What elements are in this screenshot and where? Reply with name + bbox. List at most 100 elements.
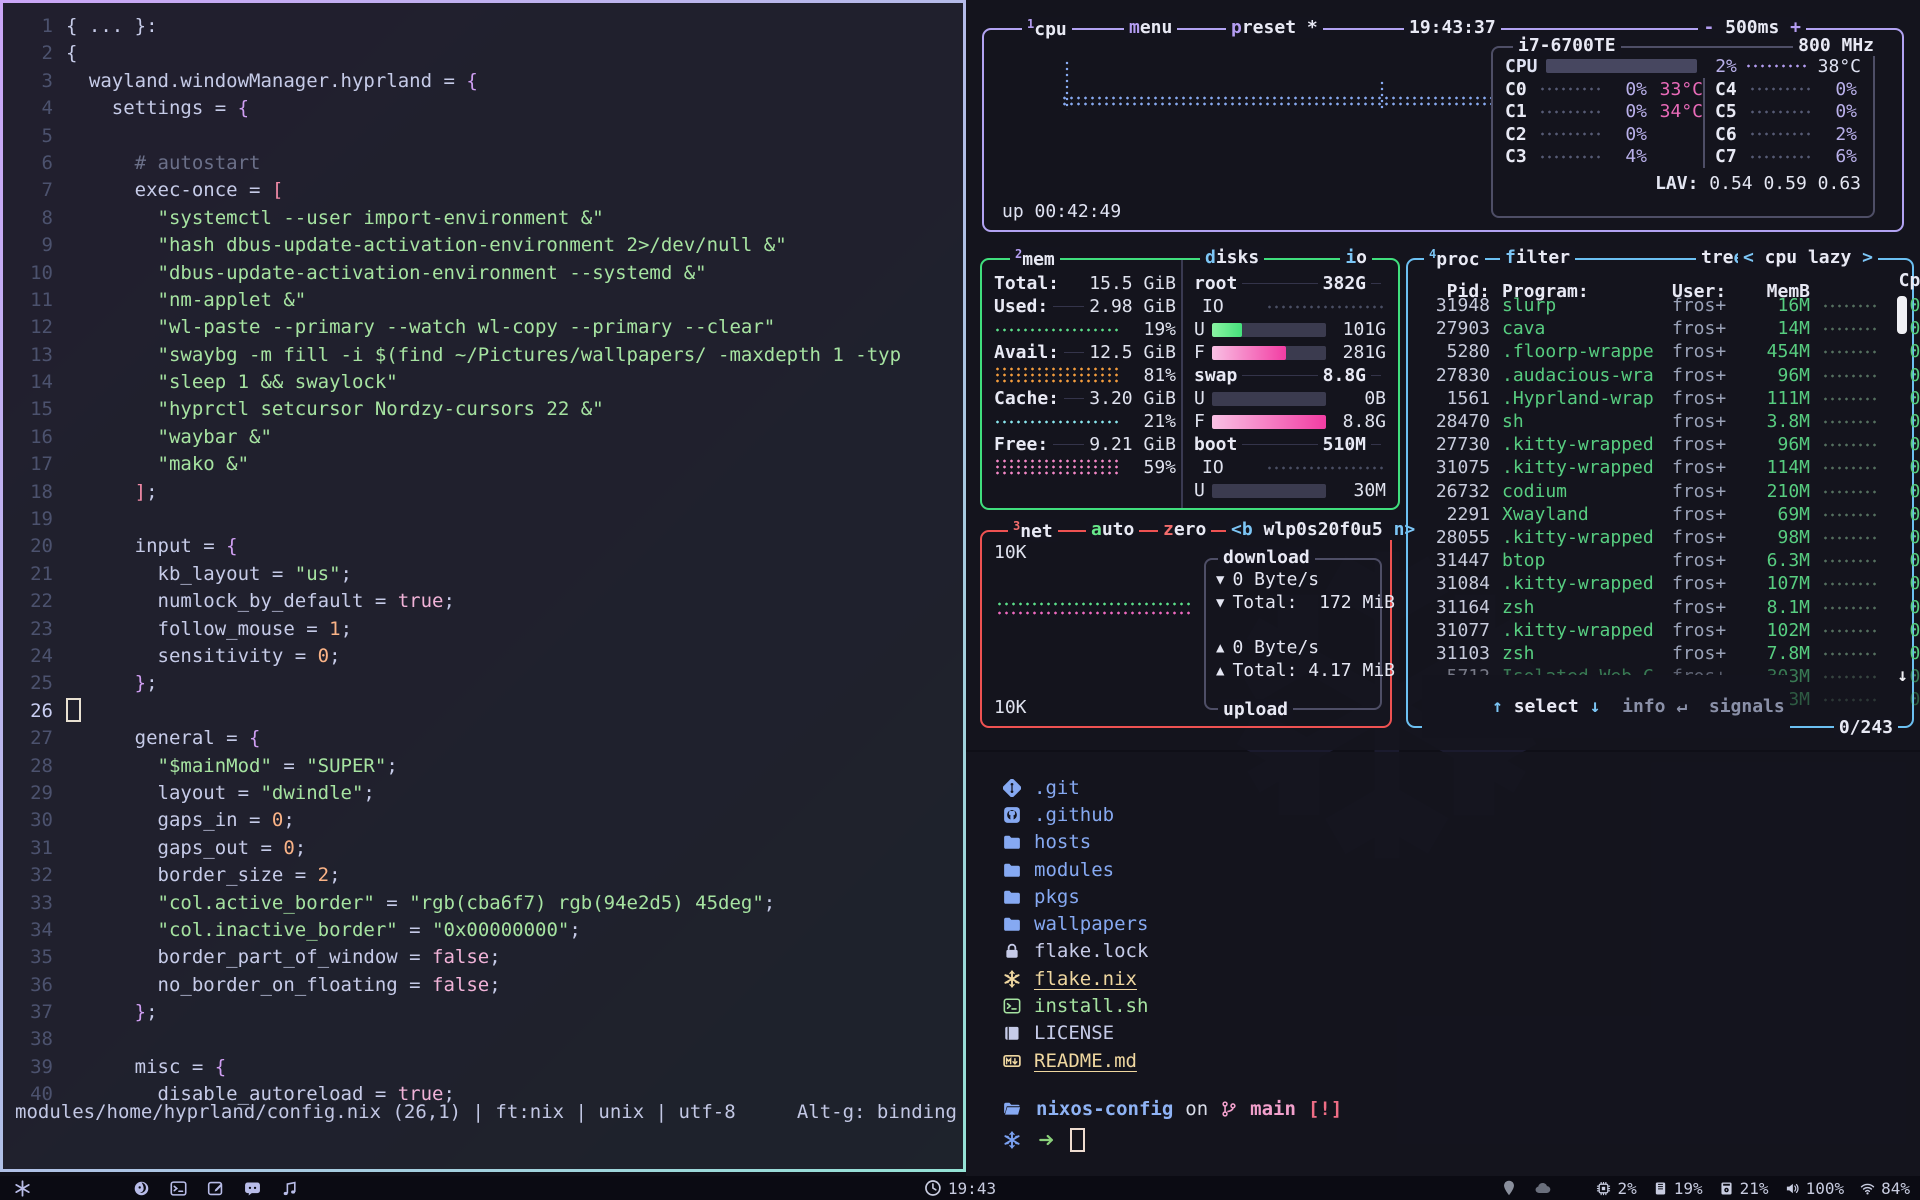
shell-input-line[interactable]: [1000, 1128, 1085, 1152]
tab-mem[interactable]: 2mem: [1010, 247, 1060, 270]
file-name: install.sh: [1034, 995, 1148, 1017]
proc-footer-controls[interactable]: ↑ select ↓ info ↵ signals: [1422, 675, 1790, 738]
folder-icon: [1000, 915, 1024, 933]
code-line: 20 input = {: [3, 533, 963, 560]
line-content: "sleep 1 && swaylock": [66, 369, 398, 396]
process-row[interactable]: 31084.kitty-wrappedfros+107M0.0: [1408, 572, 1890, 595]
tab-disks[interactable]: disks: [1200, 247, 1264, 268]
file-name: LICENSE: [1034, 1022, 1114, 1044]
process-row[interactable]: 5280.floorp-wrappefros+454M0.0: [1408, 340, 1890, 363]
line-number: 34: [3, 917, 53, 944]
cpu-core-panel: i7-6700TE 800 MHz CPU 2% 38°C C00%33°CC4…: [1491, 46, 1875, 218]
file-name: hosts: [1034, 831, 1091, 853]
tab-cpu[interactable]: 1cpu: [1022, 17, 1072, 40]
browser-icon[interactable]: [133, 1180, 150, 1197]
process-row[interactable]: 31075.kitty-wrappedfros+114M0.0: [1408, 456, 1890, 479]
net-scale-top: 10K: [994, 542, 1027, 563]
line-number: 11: [3, 287, 53, 314]
code-line: 24 sensitivity = 0;: [3, 643, 963, 670]
nix-icon: [1000, 970, 1024, 988]
list-item: hosts: [1000, 829, 1910, 856]
line-number: 26: [3, 698, 53, 725]
cpu-model-label: i7-6700TE: [1513, 35, 1621, 56]
line-number: 36: [3, 972, 53, 999]
terminal-icon[interactable]: [170, 1180, 187, 1197]
process-row[interactable]: 27903cavafros+14M0.2: [1408, 317, 1890, 340]
chat-icon[interactable]: [244, 1180, 261, 1197]
code-line: 7 exec-once = [: [3, 177, 963, 204]
line-content: follow_mouse = 1;: [66, 616, 352, 643]
line-number: 7: [3, 177, 53, 204]
code-area[interactable]: 1{ ... }:2{3 wayland.windowManager.hyprl…: [3, 13, 963, 1109]
taskbar-clock: 19:43: [924, 1176, 996, 1200]
line-content: "col.inactive_border" = "0x00000000";: [66, 917, 581, 944]
cpu-history-graph: [1061, 94, 1491, 107]
cpu-core-row: C76%: [1703, 146, 1861, 169]
tab-net[interactable]: 3net: [1008, 519, 1058, 542]
music-icon[interactable]: [281, 1180, 298, 1197]
line-number: 24: [3, 643, 53, 670]
process-row[interactable]: 27730.kitty-wrappedfros+96M0.2: [1408, 433, 1890, 456]
process-row[interactable]: 1561.Hyprland-wrapfros+111M0.0: [1408, 387, 1890, 410]
code-line: 33 "col.active_border" = "rgb(cba6f7) rg…: [3, 890, 963, 917]
proc-filter-button[interactable]: filter: [1500, 247, 1575, 268]
tray-stat-value: 21%: [1740, 1179, 1769, 1198]
upload-graph: [996, 611, 1194, 616]
file-name: .git: [1034, 777, 1080, 799]
code-line: 34 "col.inactive_border" = "0x00000000";: [3, 917, 963, 944]
process-row[interactable]: 27830.audacious-wrafros+96M0.2: [1408, 364, 1890, 387]
net-zero-button[interactable]: zero: [1158, 519, 1211, 540]
line-number: 19: [3, 506, 53, 533]
list-item: flake.lock: [1000, 938, 1910, 965]
cpu-core-row: C62%: [1703, 123, 1861, 146]
process-row[interactable]: 31077.kitty-wrappedfros+102M0.0: [1408, 619, 1890, 642]
tray-stat-value: 100%: [1806, 1179, 1845, 1198]
net-interface-selector[interactable]: <b wlp0s20f0u5 n>: [1226, 519, 1420, 540]
tab-proc[interactable]: 4proc: [1424, 247, 1485, 270]
line-content: "mako &": [66, 451, 249, 478]
terminal-window[interactable]: .git.githubhostsmodulespkgswallpapersfla…: [966, 752, 1920, 1176]
memory-graph-row: 19%: [994, 318, 1176, 341]
list-item: wallpapers: [1000, 910, 1910, 937]
proc-scrollbar[interactable]: [1897, 296, 1907, 334]
location-icon[interactable]: [1500, 1179, 1518, 1197]
line-number: 15: [3, 396, 53, 423]
disk-usage-bar: [1212, 415, 1326, 429]
preset-button[interactable]: preset *: [1226, 17, 1323, 38]
process-row[interactable]: 31447btopfros+6.3M0.2: [1408, 549, 1890, 572]
process-row[interactable]: 31103zshfros+7.8M0.0: [1408, 642, 1890, 665]
code-line: 39 misc = {: [3, 1054, 963, 1081]
ram-icon: [1653, 1181, 1668, 1196]
scroll-down-icon[interactable]: ↓: [1897, 665, 1908, 686]
line-number: 32: [3, 862, 53, 889]
notes-icon[interactable]: [207, 1180, 224, 1197]
line-number: 35: [3, 944, 53, 971]
line-number: 2: [3, 40, 53, 67]
process-row[interactable]: 31164zshfros+8.1M0.0: [1408, 595, 1890, 618]
editor-pane[interactable]: 1{ ... }:2{3 wayland.windowManager.hyprl…: [3, 3, 963, 1169]
cpu-core-row: C00%33°C: [1505, 78, 1703, 101]
process-row[interactable]: 2291Xwaylandfros+69M0.0: [1408, 503, 1890, 526]
menu-button[interactable]: menu: [1124, 17, 1177, 38]
code-line: 17 "mako &": [3, 451, 963, 478]
disk-usage-bar: [1212, 346, 1326, 360]
code-line: 6 # autostart: [3, 150, 963, 177]
line-content: "hash dbus-update-activation-environment…: [66, 232, 787, 259]
process-row[interactable]: 28055.kitty-wrappedfros+98M0.0: [1408, 526, 1890, 549]
cpu-total-bar: [1546, 59, 1697, 73]
process-row[interactable]: 28470shfros+3.8M0.0: [1408, 410, 1890, 433]
code-line: 5: [3, 123, 963, 150]
tray-stat: 100%: [1785, 1179, 1845, 1198]
proc-sort-selector[interactable]: < cpu lazy >: [1738, 247, 1878, 268]
tab-io[interactable]: io: [1340, 247, 1372, 268]
net-auto-button[interactable]: auto: [1086, 519, 1139, 540]
cloud-icon[interactable]: [1534, 1179, 1552, 1197]
cpu-core-row: C50%: [1703, 101, 1861, 124]
process-row[interactable]: 26732codiumfros+210M0.0: [1408, 480, 1890, 503]
editor-statusline: modules/home/hyprland/config.nix (26,1) …: [15, 1101, 957, 1123]
nixos-logo-icon[interactable]: [14, 1180, 31, 1197]
line-number: 20: [3, 533, 53, 560]
update-interval-control[interactable]: - 500ms +: [1698, 17, 1806, 38]
process-row[interactable]: 31948slurpfros+16M0.0: [1408, 294, 1890, 317]
list-item: .github: [1000, 801, 1910, 828]
